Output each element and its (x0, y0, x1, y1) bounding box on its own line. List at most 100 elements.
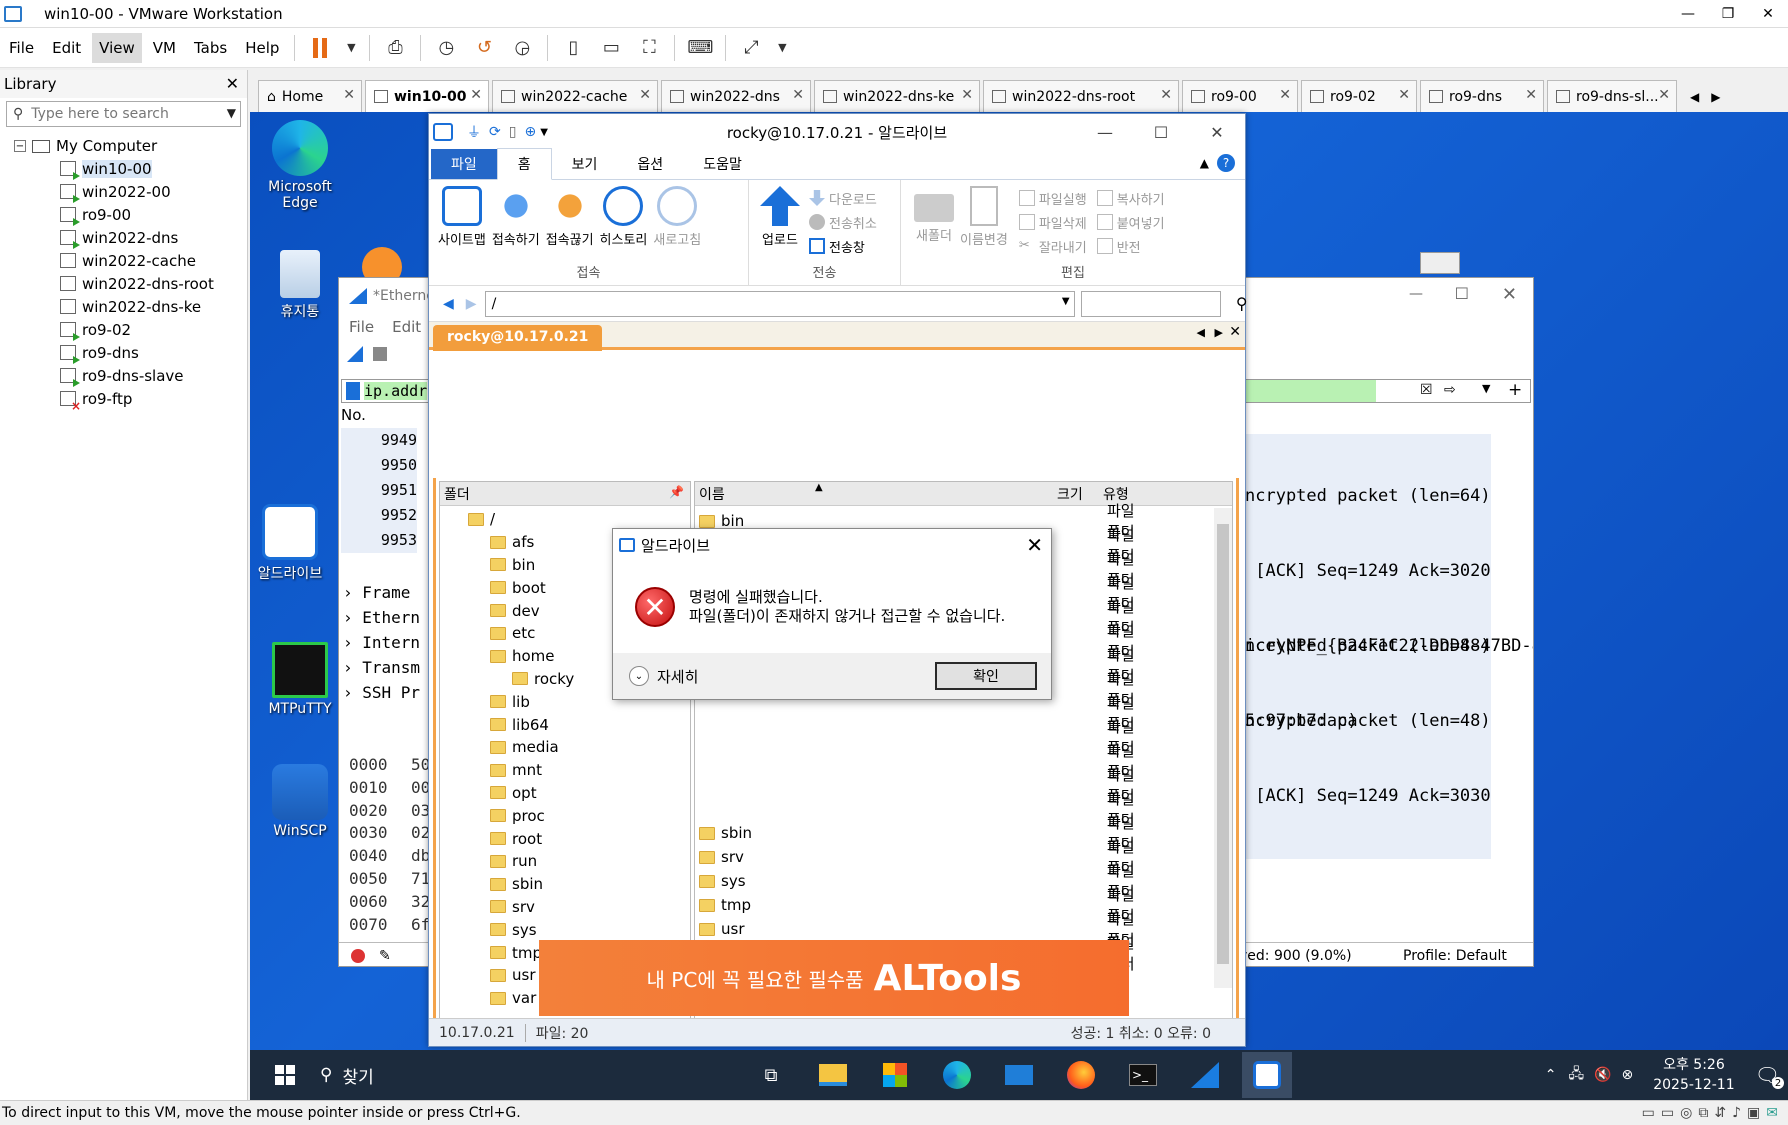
close-icon[interactable]: ✕ (792, 87, 804, 103)
close-icon[interactable]: ✕ (961, 87, 973, 103)
menu-file[interactable]: File (2, 33, 41, 63)
maximize-button[interactable]: ❐ (1708, 0, 1748, 28)
menu-file[interactable]: File (349, 318, 374, 336)
col-header-name[interactable]: 이름 (699, 484, 725, 504)
refresh-button[interactable]: 새로고침 (653, 186, 701, 248)
collapse-icon[interactable]: − (14, 140, 26, 152)
ribbon-tab-home[interactable]: 홈 (496, 148, 552, 180)
usb-icon[interactable]: ⇵ (1714, 1105, 1726, 1121)
cut-button[interactable]: ✂ 잘라내기 (1019, 234, 1087, 258)
aldrive-task-icon[interactable] (1242, 1052, 1292, 1098)
library-item-ro9-00[interactable]: ro9-00 (14, 203, 247, 226)
library-item-win2022-dns-ke[interactable]: win2022-dns-ke (14, 295, 247, 318)
library-item-win2022-dns-root[interactable]: win2022-dns-root (14, 272, 247, 295)
close-button[interactable]: ✕ (1189, 114, 1245, 150)
network-icon[interactable]: 🖧 (1568, 1063, 1584, 1087)
add-filter-icon[interactable]: + (1508, 380, 1522, 400)
list-item[interactable]: 파일 폴더 (699, 718, 1139, 757)
apply-filter-icon[interactable]: ⇨ (1444, 382, 1456, 398)
close-icon[interactable]: ✕ (1279, 87, 1291, 103)
tree-item[interactable]: › SSH Pr (343, 680, 420, 705)
fullscreen-icon[interactable]: ⛶ (635, 34, 663, 62)
scrollbar-thumb[interactable] (1217, 524, 1229, 964)
path-input[interactable]: / ▼ (484, 290, 1075, 317)
desktop-icon-aldrive[interactable]: 알드라이브 (250, 504, 330, 583)
disconnect-button[interactable]: 접속끊기 (546, 186, 594, 248)
close-icon[interactable]: ✕ (343, 87, 355, 103)
network-adapter-icon[interactable]: ⧉ (1698, 1105, 1708, 1121)
library-view-icon[interactable]: ▯ (559, 34, 587, 62)
cancel-circle-icon[interactable]: ⊗ (1622, 1067, 1634, 1083)
desktop-icon-winscp[interactable]: WinSCP (260, 764, 340, 839)
connect-button[interactable]: 접속하기 (492, 186, 540, 248)
transfer-window-button[interactable]: 전송창 (809, 234, 877, 258)
new-folder-button[interactable]: 새폴더 (914, 186, 954, 244)
menu-edit[interactable]: Edit (45, 33, 88, 63)
snapshot-icon[interactable]: ◷ (432, 34, 460, 62)
tab-win2022-dns[interactable]: win2022-dns ✕ (661, 80, 811, 112)
close-button[interactable]: ✕ (1748, 0, 1788, 28)
tree-item[interactable]: opt (490, 782, 690, 805)
minimize-button[interactable]: — (1077, 114, 1133, 150)
notification-icon[interactable]: 🗨 2 (1755, 1063, 1784, 1089)
close-icon[interactable]: ✕ (1658, 87, 1670, 103)
library-item-ro9-02[interactable]: ro9-02 (14, 318, 247, 341)
tab-ro9-dns[interactable]: ro9-dns ✕ (1420, 80, 1544, 112)
history-button[interactable]: 히스토리 (600, 186, 647, 248)
clock[interactable]: 오후 5:26 2025-12-11 (1653, 1055, 1734, 1095)
forward-icon[interactable]: ▶ (466, 296, 477, 312)
tab-win10-00[interactable]: win10-00 ✕ (365, 80, 489, 112)
tree-item[interactable]: proc (490, 804, 690, 827)
packet-list[interactable]: 9949 9950 9951 9952 9953 (341, 428, 417, 553)
ribbon-tab-help[interactable]: 도움말 (683, 149, 762, 179)
list-item[interactable]: 파일 폴더 (699, 766, 1139, 805)
library-item-win10-00[interactable]: win10-00 (14, 157, 247, 180)
list-item[interactable]: sys 파일 폴더 (699, 862, 1139, 901)
chevron-left-icon[interactable]: ◀ (1197, 326, 1205, 339)
list-item[interactable]: 파일 폴더 (699, 742, 1139, 781)
rename-button[interactable]: 이름변경 (960, 186, 1008, 248)
tree-item[interactable]: sbin (490, 873, 690, 896)
tab-ro9-dns-slave[interactable]: ro9-dns-sl... ✕ (1547, 80, 1677, 112)
sitemap-button[interactable]: 사이트맵 (438, 186, 486, 248)
chevron-up-icon[interactable]: ⌃ (1545, 1067, 1557, 1083)
search-input[interactable]: ⚲ (1080, 290, 1248, 317)
download-button[interactable]: 다운로드 (809, 186, 877, 210)
library-search-input[interactable]: ⚲ Type here to search ▼ (6, 101, 241, 127)
thumbnail-view-icon[interactable]: ▭ (597, 34, 625, 62)
pin-icon[interactable]: 📌 (669, 485, 684, 499)
upload-button[interactable]: 업로드 (760, 186, 800, 248)
search-icon[interactable]: ⚲ (1236, 294, 1248, 313)
packet-row[interactable]: 9951 (341, 478, 417, 503)
tab-win2022-dns-ke[interactable]: win2022-dns-ke ✕ (814, 80, 980, 112)
tree-item[interactable]: mnt (490, 759, 690, 782)
tree-item[interactable]: › Ethern (343, 605, 420, 630)
revert-snapshot-icon[interactable]: ↺ (470, 34, 498, 62)
store-icon[interactable] (870, 1052, 920, 1098)
bookmark-icon[interactable] (346, 382, 360, 400)
menu-view[interactable]: View (92, 32, 142, 63)
close-icon[interactable]: ✕ (1160, 87, 1172, 103)
chevron-down-icon[interactable]: ▼ (344, 34, 358, 62)
run-file-button[interactable]: 파일실행 (1018, 186, 1087, 210)
tree-item[interactable]: lib64 (490, 713, 690, 736)
start-button[interactable] (262, 1052, 308, 1098)
shark-fin-icon[interactable] (347, 346, 363, 362)
connection-tab[interactable]: rocky@10.17.0.21 (433, 325, 603, 351)
tab-scroll-right-icon[interactable]: ▶ (1711, 90, 1720, 104)
library-item-win2022-00[interactable]: win2022-00 (14, 180, 247, 203)
ok-button[interactable]: 확인 (935, 662, 1037, 690)
packet-row[interactable]: 9950 (341, 453, 417, 478)
wireshark-icon[interactable] (1180, 1052, 1230, 1098)
minimize-button[interactable]: — (1668, 0, 1708, 28)
list-item[interactable]: sbin 파일 폴더 (699, 814, 1139, 853)
minimize-button[interactable]: — (1409, 286, 1423, 302)
details-toggle[interactable]: 자세히 (657, 666, 698, 687)
pause-icon[interactable] (306, 34, 334, 62)
tab-scroll-left-icon[interactable]: ◀ (1690, 90, 1699, 104)
tree-item[interactable]: › Transm (343, 655, 420, 680)
close-icon[interactable]: ✕ (1229, 324, 1241, 340)
terminal-icon[interactable]: >_ (1118, 1052, 1168, 1098)
hdd-icon[interactable]: ▭ (1642, 1105, 1655, 1121)
tree-item[interactable]: sys (490, 918, 690, 941)
